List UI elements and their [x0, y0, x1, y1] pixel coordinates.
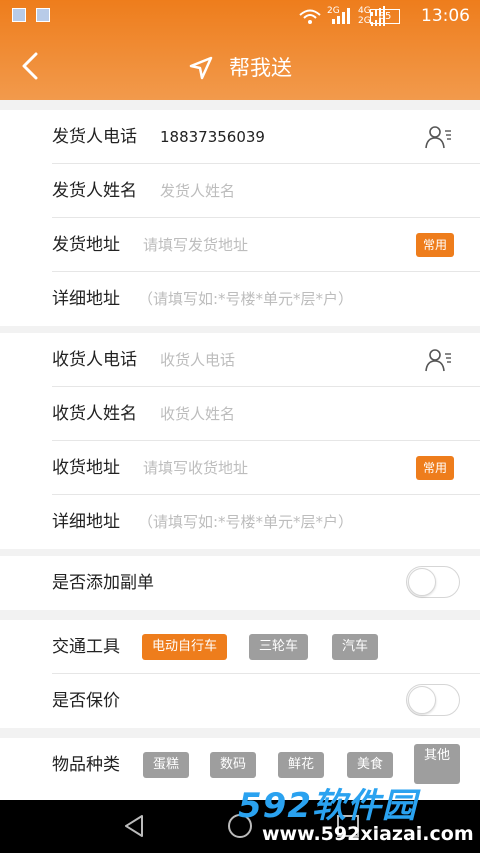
transport-option-ebike[interactable]: 电动自行车 — [142, 634, 228, 660]
receiver-common-address-button[interactable]: 常用 — [415, 456, 454, 480]
notification-icon — [12, 8, 26, 22]
sender-common-address-button[interactable]: 常用 — [415, 233, 454, 257]
receiver-detail-label: 详细地址 — [52, 512, 120, 532]
sender-name-input[interactable]: 发货人姓名 — [160, 164, 235, 218]
insure-row: 是否保价 — [52, 674, 480, 728]
receiver-name-label: 收货人姓名 — [52, 404, 137, 424]
insure-label: 是否保价 — [52, 691, 120, 711]
sender-phone-row[interactable]: 发货人电话 18837356039 — [52, 110, 480, 164]
sender-phone-label: 发货人电话 — [52, 127, 137, 147]
image-icon — [36, 8, 50, 22]
watermark-url: www.592xiazai.com — [262, 823, 474, 845]
goods-option-food[interactable]: 美食 — [347, 752, 394, 778]
goods-option-cake[interactable]: 蛋糕 — [143, 752, 190, 778]
receiver-detail-row[interactable]: 详细地址 （请填写如:*号楼*单元*层*户） — [52, 495, 480, 549]
site-watermark: 592软件园 www.592xiazai.com — [238, 778, 480, 853]
contact-book-icon[interactable] — [424, 346, 452, 374]
signal-icon — [332, 8, 350, 24]
goods-option-flowers[interactable]: 鲜花 — [278, 752, 325, 778]
receiver-address-input[interactable]: 请填写收货地址 — [143, 441, 248, 495]
sender-address-label: 发货地址 — [52, 235, 120, 255]
extra-copy-toggle[interactable] — [406, 566, 460, 598]
receiver-address-label: 收货地址 — [52, 458, 120, 478]
sender-section: 发货人电话 18837356039 发货人姓名 发货人姓名 发货地址 请填写发货… — [0, 110, 480, 326]
receiver-phone-input[interactable]: 收货人电话 — [160, 333, 235, 387]
contact-book-icon[interactable] — [424, 123, 452, 151]
signal-2g-label-b: 2G — [358, 16, 371, 26]
toggle-knob — [408, 686, 436, 714]
page-title: 帮我送 — [229, 56, 293, 80]
sender-detail-input[interactable]: （请填写如:*号楼*单元*层*户） — [138, 272, 353, 326]
signal-4g-label: 4G — [358, 6, 371, 16]
status-bar: 2G 4G 2G 85 13:06 — [0, 0, 480, 34]
sender-address-input[interactable]: 请填写发货地址 — [143, 218, 248, 272]
app-header: 2G 4G 2G 85 13:06 帮我送 — [0, 0, 480, 100]
extra-copy-row: 是否添加副单 — [52, 556, 480, 610]
goods-label: 物品种类 — [52, 755, 120, 775]
transport-row: 交通工具 电动自行车 三轮车 汽车 — [52, 620, 480, 674]
toggle-knob — [408, 568, 436, 596]
sender-phone-input[interactable]: 18837356039 — [160, 110, 265, 164]
wifi-icon — [299, 9, 321, 24]
transport-option-car[interactable]: 汽车 — [332, 634, 379, 660]
sender-detail-label: 详细地址 — [52, 289, 120, 309]
receiver-address-row[interactable]: 收货地址 请填写收货地址 常用 — [52, 441, 480, 495]
receiver-detail-input[interactable]: （请填写如:*号楼*单元*层*户） — [138, 495, 353, 549]
transport-option-tricycle[interactable]: 三轮车 — [249, 634, 309, 660]
navigation-arrow-icon — [189, 56, 213, 80]
receiver-phone-label: 收货人电话 — [52, 350, 137, 370]
transport-section: 交通工具 电动自行车 三轮车 汽车 是否保价 — [0, 620, 480, 728]
receiver-phone-row[interactable]: 收货人电话 收货人电话 — [52, 333, 480, 387]
page-title-group: 帮我送 — [0, 50, 480, 86]
extra-copy-label: 是否添加副单 — [52, 573, 154, 593]
sender-detail-row[interactable]: 详细地址 （请填写如:*号楼*单元*层*户） — [52, 272, 480, 326]
receiver-section: 收货人电话 收货人电话 收货人姓名 收货人姓名 收货地址 请填写收货地址 常用 … — [0, 333, 480, 549]
extra-copy-section: 是否添加副单 — [0, 556, 480, 610]
status-time: 13:06 — [421, 6, 470, 26]
nav-back-icon[interactable] — [120, 812, 148, 840]
sender-name-label: 发货人姓名 — [52, 181, 137, 201]
insure-toggle[interactable] — [406, 684, 460, 716]
watermark-logo-text: 592软件园 — [238, 786, 417, 826]
receiver-name-input[interactable]: 收货人姓名 — [160, 387, 235, 441]
battery-indicator: 85 — [370, 9, 400, 24]
sender-name-row[interactable]: 发货人姓名 发货人姓名 — [52, 164, 480, 218]
goods-option-digital[interactable]: 数码 — [210, 752, 257, 778]
sender-address-row[interactable]: 发货地址 请填写发货地址 常用 — [52, 218, 480, 272]
receiver-name-row[interactable]: 收货人姓名 收货人姓名 — [52, 387, 480, 441]
transport-label: 交通工具 — [52, 637, 120, 657]
